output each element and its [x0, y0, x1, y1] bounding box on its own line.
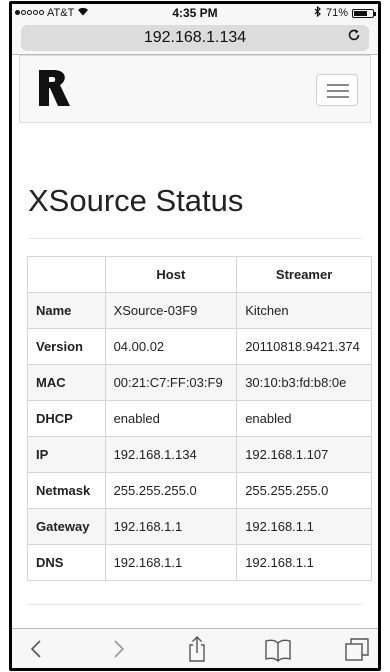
host-value: XSource-03F9 — [104, 292, 238, 329]
status-bar: AT&T 4:35 PM 71% — [12, 4, 378, 22]
table-row: Name XSource-03F9 Kitchen — [27, 292, 372, 329]
streamer-value: enabled — [236, 400, 372, 437]
row-label: Name — [27, 292, 106, 329]
table-row: IP 192.168.1.134 192.168.1.107 — [27, 436, 372, 473]
table-row: DNS 192.168.1.1 192.168.1.1 — [27, 544, 372, 581]
streamer-value: 30:10:b3:fd:b8:0e — [236, 364, 372, 401]
bluetooth-icon — [314, 5, 322, 20]
host-value: 192.168.1.134 — [104, 436, 238, 473]
site-navbar — [19, 55, 371, 123]
browser-address-area: 192.168.1.134 — [12, 22, 378, 55]
title-divider — [28, 238, 362, 239]
row-label: IP — [27, 436, 106, 473]
footer-divider — [28, 604, 362, 605]
host-value: 192.168.1.1 — [104, 508, 238, 545]
table-row: MAC 00:21:C7:FF:03:F9 30:10:b3:fd:b8:0e — [27, 364, 372, 401]
bookmarks-icon[interactable] — [263, 635, 293, 663]
forward-arrow-icon[interactable] — [103, 635, 133, 663]
phone-frame: AT&T 4:35 PM 71% 192.168.1.134 XSource S… — [9, 1, 381, 671]
row-label: DNS — [27, 544, 106, 581]
menu-toggle-button[interactable] — [316, 74, 358, 106]
hamburger-menu-icon — [327, 84, 349, 86]
browser-toolbar — [12, 628, 378, 668]
host-value: 04.00.02 — [104, 328, 238, 365]
tabs-icon[interactable] — [342, 635, 372, 663]
row-label: Version — [27, 328, 106, 365]
header-streamer: Streamer — [236, 256, 372, 293]
row-label: DHCP — [27, 400, 106, 437]
table-row: Netmask 255.255.255.0 255.255.255.0 — [27, 472, 372, 509]
host-value: enabled — [104, 400, 238, 437]
url-text: 192.168.1.134 — [143, 29, 247, 46]
status-table: Host Streamer Name XSource-03F9 Kitchen … — [27, 256, 372, 581]
status-right: 71% — [314, 5, 376, 20]
header-empty — [27, 256, 106, 293]
row-label: MAC — [27, 364, 106, 401]
header-host: Host — [104, 256, 238, 293]
page-title: XSource Status — [28, 183, 244, 218]
address-bar[interactable]: 192.168.1.134 — [21, 25, 369, 51]
table-header-row: Host Streamer — [27, 256, 372, 293]
streamer-value: 255.255.255.0 — [236, 472, 372, 509]
back-arrow-icon[interactable] — [22, 635, 52, 663]
row-label: Netmask — [27, 472, 106, 509]
streamer-value: 192.168.1.107 — [236, 436, 372, 473]
battery-icon — [352, 8, 376, 18]
row-label: Gateway — [27, 508, 106, 545]
host-value: 192.168.1.1 — [104, 544, 238, 581]
brand-logo[interactable] — [37, 68, 71, 108]
host-value: 00:21:C7:FF:03:F9 — [104, 364, 238, 401]
streamer-value: 192.168.1.1 — [236, 544, 372, 581]
streamer-value: 20110818.9421.374 — [236, 328, 372, 365]
table-row: Gateway 192.168.1.1 192.168.1.1 — [27, 508, 372, 545]
page-content: XSource Status Host Streamer Name XSourc… — [12, 55, 378, 635]
battery-percent: 71% — [325, 7, 348, 19]
streamer-value: 192.168.1.1 — [236, 508, 372, 545]
streamer-value: Kitchen — [236, 292, 372, 329]
host-value: 255.255.255.0 — [104, 472, 238, 509]
table-row: Version 04.00.02 20110818.9421.374 — [27, 328, 372, 365]
reload-icon[interactable] — [347, 25, 361, 51]
battery-fill — [354, 10, 367, 16]
share-icon[interactable] — [182, 635, 212, 663]
table-row: DHCP enabled enabled — [27, 400, 372, 437]
